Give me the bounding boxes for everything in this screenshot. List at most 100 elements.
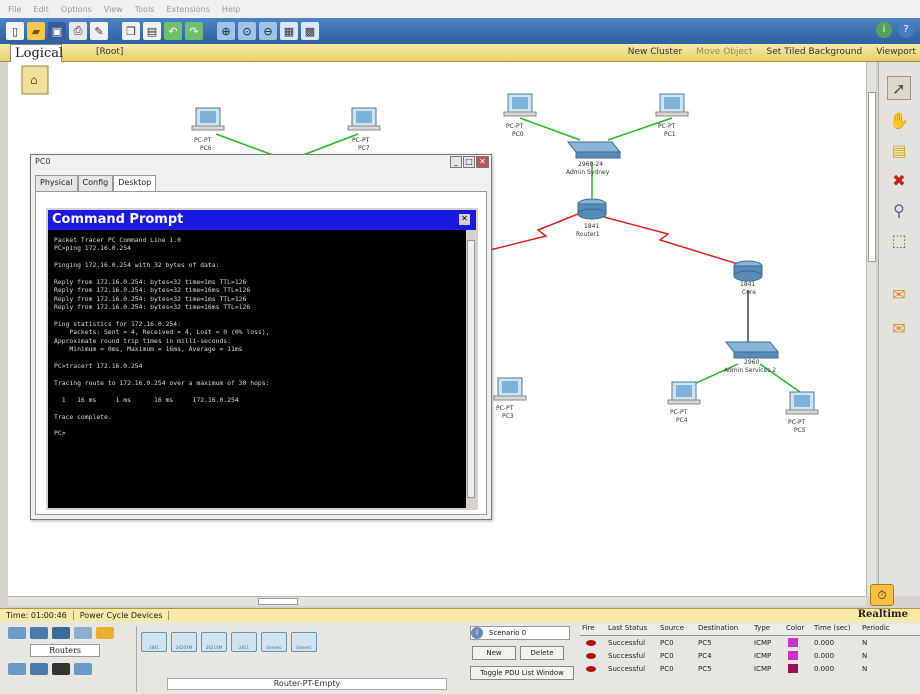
- custom-devices-category-icon[interactable]: [52, 663, 70, 675]
- paste-icon[interactable]: ▤: [143, 22, 161, 40]
- pdu-row[interactable]: Successful PC0 PC5 ICMP 0.000 N: [580, 636, 920, 649]
- vertical-scroll-thumb[interactable]: [868, 92, 876, 262]
- menu-extensions[interactable]: Extensions: [166, 5, 209, 14]
- info-icon[interactable]: i: [876, 22, 892, 38]
- delete-scenario-button[interactable]: Delete: [520, 646, 564, 660]
- realtime-label[interactable]: Realtime: [858, 609, 908, 620]
- svg-text:Core: Core: [742, 289, 756, 296]
- fire-icon[interactable]: [586, 652, 596, 659]
- switches-category-icon[interactable]: [30, 627, 48, 639]
- canvas-vertical-scrollbar[interactable]: [866, 62, 876, 596]
- canvas-horizontal-scrollbar[interactable]: [8, 596, 866, 606]
- col-color: Color: [786, 624, 805, 632]
- minimize-button[interactable]: _: [450, 156, 462, 168]
- set-tiled-background-button[interactable]: Set Tiled Background: [767, 47, 863, 57]
- router-generic-item-2[interactable]: Generic: [291, 632, 317, 652]
- maximize-button[interactable]: □: [463, 156, 475, 168]
- activity-wizard-icon[interactable]: ✎: [90, 22, 108, 40]
- menu-options[interactable]: Options: [61, 5, 92, 14]
- root-breadcrumb[interactable]: [Root]: [96, 47, 123, 57]
- move-object-button[interactable]: Move Object: [696, 47, 752, 57]
- help-icon[interactable]: ?: [898, 22, 914, 38]
- pdu-row[interactable]: Successful PC0 PC4 ICMP 0.000 N: [580, 649, 920, 662]
- power-cycle-button[interactable]: Power Cycle Devices: [74, 611, 170, 620]
- router-generic-item-1[interactable]: Generic: [261, 632, 287, 652]
- svg-text:PC3: PC3: [502, 413, 514, 420]
- command-prompt-close-button[interactable]: ✕: [459, 214, 470, 225]
- complex-pdu-icon[interactable]: ✉: [887, 316, 911, 340]
- menu-view[interactable]: View: [104, 5, 123, 14]
- undo-icon[interactable]: ↶: [164, 22, 182, 40]
- svg-text:PC1: PC1: [664, 131, 676, 138]
- command-prompt-scroll-thumb[interactable]: [467, 240, 475, 498]
- fire-icon[interactable]: [586, 639, 596, 646]
- hubs-category-icon[interactable]: [52, 627, 70, 639]
- tab-desktop[interactable]: Desktop: [113, 175, 157, 191]
- toggle-pdu-list-button[interactable]: Toggle PDU List Window: [470, 666, 574, 680]
- custom-device-icon[interactable]: ▩: [301, 22, 319, 40]
- print-icon[interactable]: ⎙: [69, 22, 87, 40]
- pc0-tabs: Physical Config Desktop: [35, 175, 157, 191]
- wireless-category-icon[interactable]: [74, 627, 92, 639]
- window-controls: _ □ ✕: [450, 156, 489, 168]
- pc3-label: PC-PT: [496, 405, 514, 412]
- viewport-button[interactable]: Viewport: [876, 47, 916, 57]
- end-devices-category-icon[interactable]: [8, 663, 26, 675]
- new-cluster-button[interactable]: New Cluster: [628, 47, 682, 57]
- menu-tools[interactable]: Tools: [135, 5, 155, 14]
- command-prompt-output[interactable]: Packet Tracer PC Command Line 1.0 PC>pin…: [54, 236, 462, 506]
- redo-icon[interactable]: ↷: [185, 22, 203, 40]
- router-2811-item[interactable]: 2811: [231, 632, 257, 652]
- command-prompt-window[interactable]: Command Prompt ✕ Packet Tracer PC Comman…: [46, 208, 478, 510]
- svg-text:Router1: Router1: [576, 231, 600, 238]
- horizontal-scroll-thumb[interactable]: [258, 598, 298, 605]
- scenario-info-icon[interactable]: i: [471, 627, 483, 639]
- device-category-panel: Routers: [8, 627, 134, 691]
- routers-category-icon[interactable]: [8, 627, 26, 639]
- col-fire: Fire: [582, 624, 595, 632]
- wan-emulation-category-icon[interactable]: [30, 663, 48, 675]
- menu-help[interactable]: Help: [222, 5, 240, 14]
- copy-icon[interactable]: ❐: [122, 22, 140, 40]
- switch-admin-sydney: 2960-24 Admin Sydney: [566, 141, 622, 176]
- note-icon[interactable]: ▤: [887, 138, 911, 162]
- menu-edit[interactable]: Edit: [33, 5, 49, 14]
- zoom-reset-icon[interactable]: ⊙: [238, 22, 256, 40]
- tab-config[interactable]: Config: [77, 175, 114, 191]
- pc4-label: PC-PT: [670, 409, 688, 416]
- delete-icon[interactable]: ✖: [887, 168, 911, 192]
- new-scenario-button[interactable]: New: [472, 646, 516, 660]
- pc0-dialog: PC0 _ □ ✕ Physical Config Desktop Comman…: [30, 154, 492, 520]
- device-type-label: Router-PT-Empty: [167, 678, 447, 690]
- router-1841-item[interactable]: 1841: [141, 632, 167, 652]
- close-button[interactable]: ✕: [476, 156, 489, 168]
- pc0-label: PC-PT: [506, 123, 524, 130]
- open-folder-icon[interactable]: ▰: [27, 22, 45, 40]
- zoom-in-icon[interactable]: ⊕: [217, 22, 235, 40]
- save-icon[interactable]: ▣: [48, 22, 66, 40]
- router-2620xm-item[interactable]: 2620XM: [171, 632, 197, 652]
- inspect-icon[interactable]: ⚲: [887, 198, 911, 222]
- menu-file[interactable]: File: [8, 5, 21, 14]
- realtime-mode-icon[interactable]: ⏱: [870, 584, 894, 606]
- multiuser-category-icon[interactable]: [74, 663, 92, 675]
- select-icon[interactable]: ➚: [887, 76, 911, 100]
- tab-physical[interactable]: Physical: [35, 175, 78, 191]
- zoom-out-icon[interactable]: ⊖: [259, 22, 277, 40]
- device-model-panel: 1841 2620XM 2621XM 2811 Generic Generic …: [136, 626, 460, 692]
- resize-shape-icon[interactable]: ⬚: [887, 228, 911, 252]
- pc5-device: PC-PT PC5: [785, 391, 819, 434]
- move-layout-icon[interactable]: ✋: [887, 108, 911, 132]
- router1-device: 1841 Router1: [576, 198, 607, 238]
- col-last-status: Last Status: [608, 624, 648, 632]
- new-file-icon[interactable]: ▯: [6, 22, 24, 40]
- pc6-device: PC-PT PC6: [191, 107, 225, 152]
- router-2621xm-item[interactable]: 2621XM: [201, 632, 227, 652]
- palette-icon[interactable]: ▦: [280, 22, 298, 40]
- pdu-row[interactable]: Successful PC0 PC5 ICMP 0.000 N: [580, 662, 920, 675]
- simple-pdu-icon[interactable]: ✉: [887, 282, 911, 306]
- scenario-select[interactable]: Scenario 0: [470, 626, 570, 640]
- connections-category-icon[interactable]: [96, 627, 114, 639]
- command-prompt-scrollbar[interactable]: [466, 230, 476, 508]
- fire-icon[interactable]: [586, 665, 596, 672]
